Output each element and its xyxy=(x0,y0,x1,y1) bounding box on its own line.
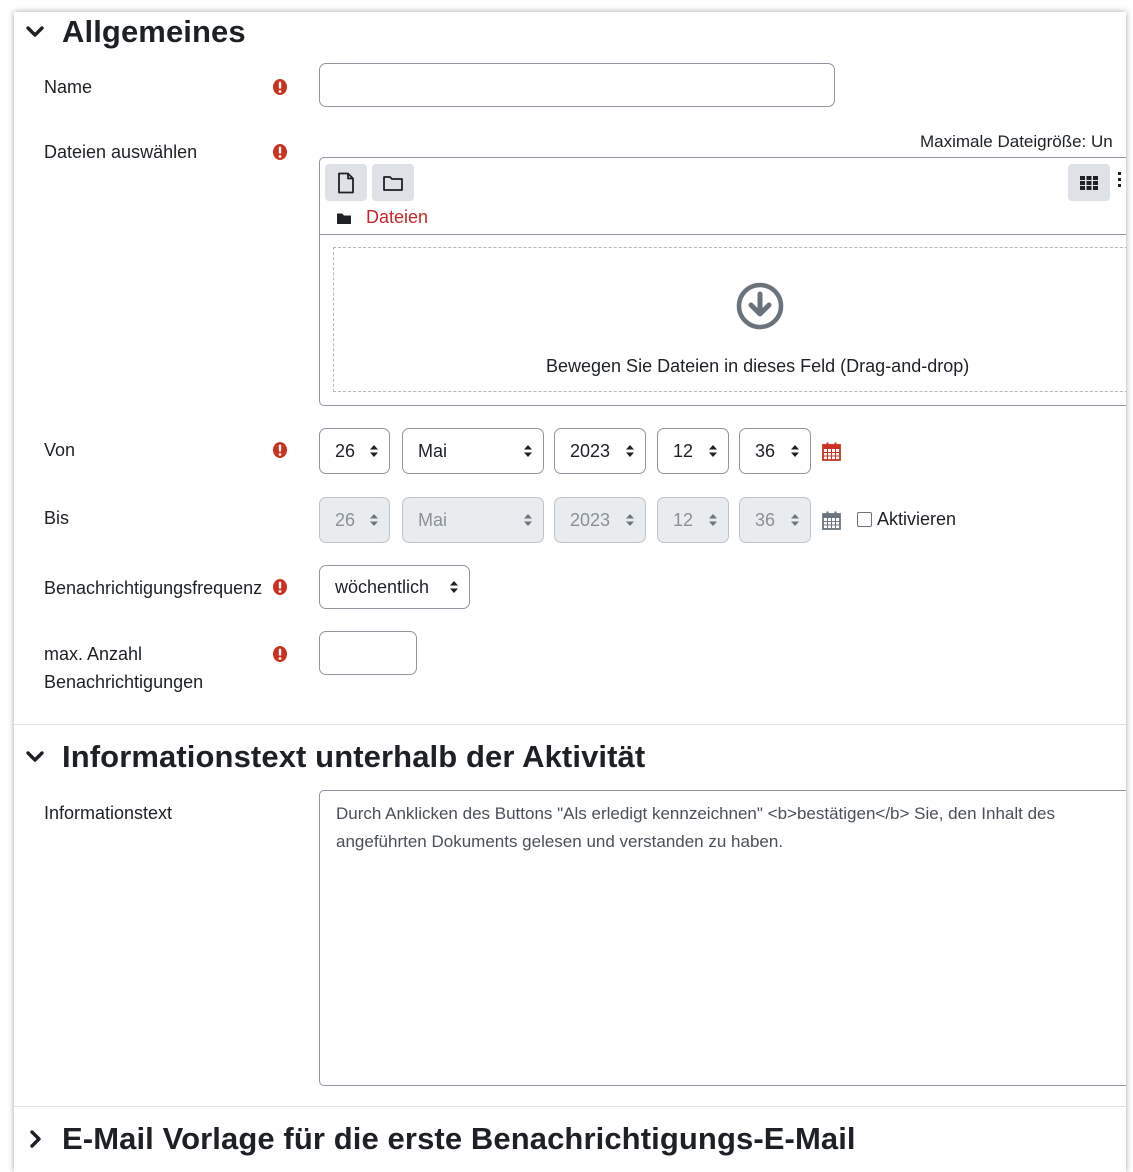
sort-icon xyxy=(370,445,378,457)
section-header-info[interactable]: Informationstext unterhalb der Aktivität xyxy=(22,739,645,775)
frequency-select[interactable]: wöchentlich xyxy=(319,565,470,609)
sort-icon xyxy=(709,514,717,526)
infotext-textarea[interactable]: Durch Anklicken des Buttons "Als erledig… xyxy=(319,790,1126,1086)
max-file-size: Maximale Dateigröße: Un xyxy=(920,132,1113,151)
max-count-input[interactable] xyxy=(319,631,417,675)
to-label: Bis xyxy=(44,508,70,528)
sort-icon xyxy=(791,514,799,526)
to-month-value: Mai xyxy=(418,509,448,530)
to-day-value: 26 xyxy=(335,509,356,530)
drop-hint: Bewegen Sie Dateien in dieses Feld (Drag… xyxy=(546,356,970,376)
from-label: Von xyxy=(44,440,76,460)
to-hour-select[interactable]: 12 xyxy=(657,497,729,543)
from-hour-select[interactable]: 12 xyxy=(657,428,729,474)
from-minute-select[interactable]: 36 xyxy=(739,428,811,474)
to-minute-value: 36 xyxy=(755,509,776,530)
chevron-down-icon xyxy=(26,26,44,37)
enable-label[interactable]: Aktivieren xyxy=(877,509,956,530)
from-year-value: 2023 xyxy=(570,440,611,461)
section-divider xyxy=(14,1106,1126,1107)
chevron-right-icon xyxy=(30,1130,41,1148)
sort-icon xyxy=(626,445,634,457)
folder-icon xyxy=(383,175,403,191)
frequency-label: Benachrichtigungsfrequenz xyxy=(44,578,263,598)
enable-checkbox[interactable] xyxy=(857,512,872,527)
section-header-general[interactable]: Allgemeines xyxy=(22,14,246,50)
grid-view-button[interactable] xyxy=(1068,164,1110,201)
max-count-label-line1: max. Anzahl xyxy=(44,644,143,664)
sort-icon xyxy=(709,445,717,457)
from-year-select[interactable]: 2023 xyxy=(554,428,646,474)
required-icon xyxy=(273,646,287,662)
from-day-select[interactable]: 26 xyxy=(319,428,390,474)
sort-icon xyxy=(524,445,532,457)
sort-icon xyxy=(370,514,378,526)
file-icon xyxy=(338,172,354,193)
section-title-general: Allgemeines xyxy=(62,14,246,49)
section-header-email[interactable]: E-Mail Vorlage für die erste Benachricht… xyxy=(22,1121,856,1157)
calendar-icon[interactable] xyxy=(822,442,841,461)
required-icon xyxy=(273,442,287,458)
new-folder-button[interactable] xyxy=(372,164,414,201)
list-view-button[interactable] xyxy=(1117,170,1121,190)
sort-icon xyxy=(524,514,532,526)
arrow-circle-down-icon xyxy=(736,282,784,330)
to-year-select[interactable]: 2023 xyxy=(554,497,646,543)
to-hour-value: 12 xyxy=(673,509,694,530)
sort-icon xyxy=(450,581,458,593)
infotext-label: Informationstext xyxy=(44,803,173,823)
name-input[interactable] xyxy=(319,63,835,107)
grid-view-icon xyxy=(1080,175,1098,190)
files-folder-link[interactable]: Dateien xyxy=(366,207,428,228)
folder-icon xyxy=(337,213,351,224)
file-drop-area[interactable]: Bewegen Sie Dateien in dieses Feld (Drag… xyxy=(333,247,1126,392)
sort-icon xyxy=(791,445,799,457)
section-divider xyxy=(14,724,1126,725)
chevron-down-icon xyxy=(26,751,44,762)
list-view-icon xyxy=(1118,172,1121,187)
to-month-select[interactable]: Mai xyxy=(402,497,544,543)
files-label: Dateien auswählen xyxy=(44,142,198,162)
calendar-icon[interactable] xyxy=(822,511,841,530)
to-day-select[interactable]: 26 xyxy=(319,497,390,543)
required-icon xyxy=(273,579,287,595)
sort-icon xyxy=(626,514,634,526)
required-icon xyxy=(273,144,287,160)
file-manager: Dateien Bewegen Sie Dateien in dieses Fe… xyxy=(319,157,1126,406)
add-file-button[interactable] xyxy=(325,164,367,201)
frequency-value: wöchentlich xyxy=(335,576,430,597)
form-frame: Allgemeines Name Dateien auswählen Maxim… xyxy=(14,12,1126,1172)
max-count-label-line2: Benachrichtigungen xyxy=(44,672,204,692)
to-year-value: 2023 xyxy=(570,509,611,530)
to-minute-select[interactable]: 36 xyxy=(739,497,811,543)
divider xyxy=(320,234,1126,235)
from-month-select[interactable]: Mai xyxy=(402,428,544,474)
section-title-info: Informationstext unterhalb der Aktivität xyxy=(62,739,646,774)
name-label: Name xyxy=(44,77,93,97)
from-minute-value: 36 xyxy=(755,440,776,461)
required-icon xyxy=(273,79,287,95)
section-title-email: E-Mail Vorlage für die erste Benachricht… xyxy=(62,1121,856,1156)
from-month-value: Mai xyxy=(418,440,448,461)
from-hour-value: 12 xyxy=(673,440,694,461)
from-day-value: 26 xyxy=(335,440,356,461)
